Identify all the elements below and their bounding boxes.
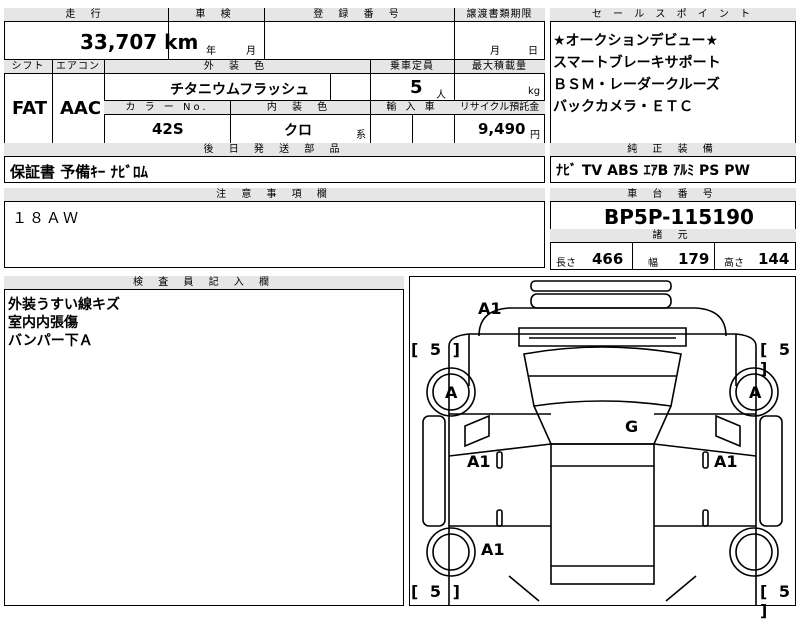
- color-no-value: 42S: [152, 120, 184, 138]
- shaken-header: 車 検: [168, 8, 264, 22]
- max-load-unit: kg: [528, 86, 541, 97]
- car-diagram: [422, 280, 783, 606]
- shift-header: シフト: [4, 60, 52, 74]
- mark-left-front-wheel: A: [445, 383, 458, 402]
- tread-rear-left: [ 5 ]: [411, 582, 463, 601]
- inspector-line-2: 室内内張傷: [8, 315, 78, 331]
- capacity-unit: 人: [436, 90, 446, 101]
- inspector-header: 検 査 員 記 入 欄: [4, 276, 404, 290]
- notes-header: 注 意 事 項 欄: [4, 188, 545, 202]
- length-value: 466: [592, 250, 624, 268]
- capacity-value: 5: [410, 77, 423, 98]
- inspector-line-1: 外装うすい線キズ: [8, 297, 120, 313]
- equipment-value: ﾅﾋﾞ TV ABS ｴｱB ｱﾙﾐ PS PW: [556, 163, 750, 179]
- mark-front-bumper: A1: [478, 299, 502, 318]
- interior-color-value: クロ: [284, 123, 312, 139]
- shipping-parts-value: 保証書 予備ｷｰ ﾅﾋﾞﾛﾑ: [10, 163, 148, 181]
- notes-value: １８ＡＷ: [12, 209, 81, 227]
- chassis-header: 車 台 番 号: [550, 188, 796, 202]
- specs-header: 諸 元: [550, 229, 796, 243]
- length-label: 長さ: [556, 258, 576, 269]
- recycle-fee-header: リサイクル預託金: [454, 101, 545, 115]
- inspector-line-3: バンパー下Ａ: [8, 333, 93, 349]
- sales-point-line-3: ＢＳＭ・レーダークルーズ: [553, 77, 720, 93]
- width-label: 幅: [648, 258, 658, 269]
- transfer-month: 月: [490, 46, 500, 57]
- transfer-day: 日: [528, 46, 538, 57]
- mark-right-front-door: A1: [714, 452, 738, 471]
- shift-value: FAT: [12, 98, 48, 119]
- sales-point-line-1: ★オークションデビュー★: [553, 33, 719, 49]
- shipping-parts-header: 後 日 発 送 部 品: [4, 143, 545, 157]
- width-value: 179: [678, 250, 710, 268]
- exterior-color-value: チタニウムフラッシュ: [170, 82, 310, 98]
- mark-left-rear-wheel-area: A1: [481, 540, 505, 559]
- sales-point-line-2: スマートブレーキサポート: [553, 55, 721, 71]
- interior-color-header: 内 装 色: [230, 101, 370, 115]
- mileage-header: 走 行: [4, 8, 168, 22]
- exterior-color-header: 外 装 色: [104, 60, 370, 74]
- capacity-header: 乗車定員: [370, 60, 454, 74]
- mileage-unit: km: [164, 30, 199, 54]
- ac-value: AAC: [60, 98, 102, 119]
- tread-front-right: [ 5 ]: [760, 340, 794, 378]
- mileage-value: 33,707 km: [80, 30, 199, 54]
- shaken-year: 年: [206, 46, 216, 57]
- registration-header: 登 録 番 号: [264, 8, 454, 22]
- chassis-value: BP5P-115190: [604, 205, 754, 229]
- color-no-header: カ ラ ー No.: [104, 101, 230, 115]
- tread-front-left: [ 5 ]: [411, 340, 463, 359]
- recycle-fee-value: 9,490: [478, 120, 526, 138]
- recycle-fee-unit: 円: [530, 130, 540, 141]
- max-load-header: 最大積載量: [454, 60, 545, 74]
- equipment-header: 純 正 装 備: [550, 143, 796, 157]
- sales-points-header: セ ー ル ス ポ イ ン ト: [550, 8, 796, 22]
- height-value: 144: [758, 250, 790, 268]
- shaken-month: 月: [246, 46, 256, 57]
- tread-rear-right: [ 5 ]: [760, 582, 794, 620]
- mark-left-front-door: A1: [467, 452, 491, 471]
- mark-windshield: G: [625, 417, 639, 436]
- height-label: 高さ: [724, 258, 744, 269]
- mark-right-front-wheel: A: [749, 383, 762, 402]
- vehicle-info-table: [4, 8, 545, 144]
- interior-color-suffix: 系: [356, 130, 366, 141]
- ac-header: エアコン: [52, 60, 104, 74]
- sales-point-line-4: バックカメラ・ＥＴＣ: [553, 99, 693, 115]
- transfer-deadline-header: 譲渡書類期限: [454, 8, 545, 22]
- import-header: 輸 入 車: [370, 101, 454, 115]
